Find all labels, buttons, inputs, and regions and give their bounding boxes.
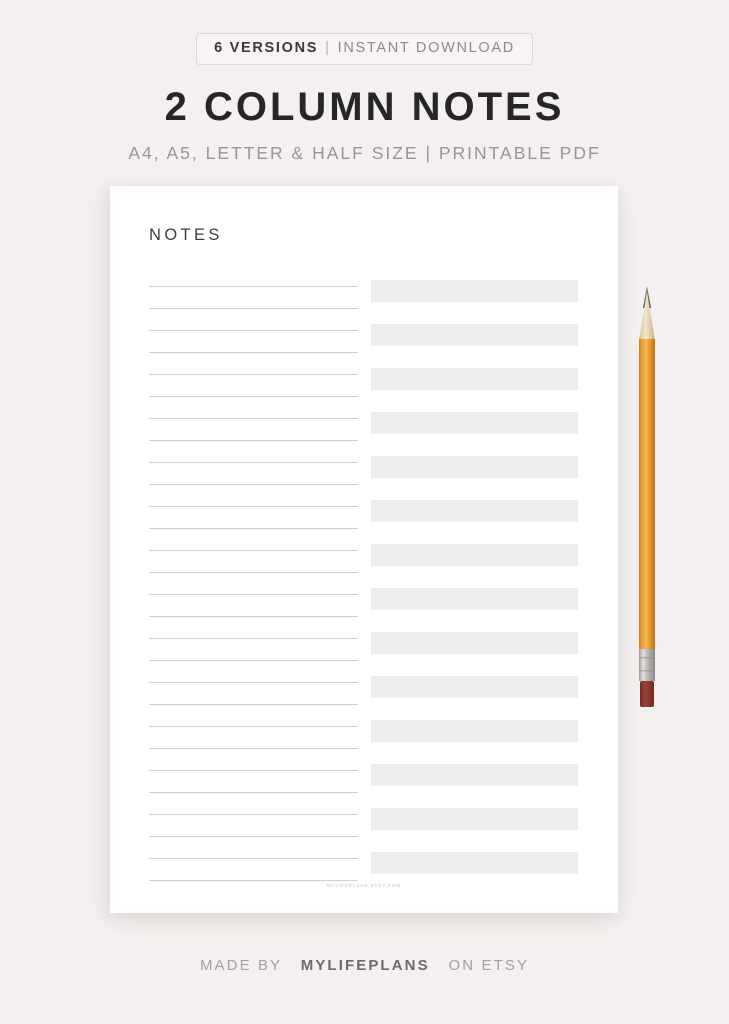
note-rule-line (149, 660, 358, 661)
note-fill-bar (371, 588, 578, 610)
footer-suffix: ON ETSY (448, 957, 530, 974)
note-rule-line (149, 594, 358, 595)
note-fill-bar (371, 544, 578, 566)
note-rule-line (149, 572, 358, 573)
note-fill-bar (371, 676, 578, 698)
notes-bars-column (371, 280, 578, 896)
badge-container: 6 VERSIONS | INSTANT DOWNLOAD (0, 33, 729, 65)
note-rule-line (149, 418, 358, 419)
page-title: 2 COLUMN NOTES (164, 84, 565, 129)
note-fill-bar (371, 500, 578, 522)
note-fill-bar (371, 368, 578, 390)
badge-versions-label: 6 VERSIONS (214, 40, 319, 56)
versions-badge: 6 VERSIONS | INSTANT DOWNLOAD (196, 33, 533, 65)
sheet-watermark: MYLIFEPLANS.ETSY.COM (326, 883, 402, 888)
note-rule-line (149, 638, 358, 639)
note-rule-line (149, 770, 358, 771)
note-rule-line (149, 440, 358, 441)
note-rule-line (149, 396, 358, 397)
note-rule-line (149, 374, 358, 375)
note-rule-line (149, 726, 358, 727)
note-rule-line (149, 704, 358, 705)
badge-download-label: INSTANT DOWNLOAD (337, 40, 515, 56)
note-rule-line (149, 748, 358, 749)
note-fill-bar (371, 808, 578, 830)
note-fill-bar (371, 632, 578, 654)
note-rule-line (149, 484, 358, 485)
note-rule-line (149, 286, 358, 287)
pencil-illustration (634, 286, 660, 716)
note-fill-bar (371, 764, 578, 786)
note-rule-line (149, 550, 358, 551)
note-rule-line (149, 506, 358, 507)
note-fill-bar (371, 280, 578, 302)
note-rule-line (149, 308, 358, 309)
note-rule-line (149, 836, 358, 837)
note-rule-line (149, 330, 358, 331)
page-subtitle: A4, A5, LETTER & HALF SIZE | PRINTABLE P… (128, 142, 601, 163)
note-rule-line (149, 528, 358, 529)
listing-header: 6 VERSIONS | INSTANT DOWNLOAD 2 COLUMN N… (0, 0, 729, 162)
notes-lines-column (149, 286, 358, 902)
note-rule-line (149, 858, 358, 859)
note-fill-bar (371, 720, 578, 742)
note-rule-line (149, 880, 358, 881)
note-rule-line (149, 616, 358, 617)
note-fill-bar (371, 456, 578, 478)
footer-brand: MYLIFEPLANS (300, 957, 430, 974)
badge-separator: | (325, 40, 331, 56)
two-column-layout (110, 186, 618, 913)
note-fill-bar (371, 324, 578, 346)
note-rule-line (149, 352, 358, 353)
note-rule-line (149, 462, 358, 463)
footer-credit: MADE BY MYLIFEPLANS ON ETSY (0, 958, 729, 973)
note-fill-bar (371, 852, 578, 874)
note-rule-line (149, 682, 358, 683)
note-fill-bar (371, 412, 578, 434)
note-rule-line (149, 814, 358, 815)
printable-page-preview: NOTES MYLIFEPLANS.ETSY.COM (110, 186, 618, 913)
footer-prefix: MADE BY (199, 957, 282, 974)
note-rule-line (149, 792, 358, 793)
